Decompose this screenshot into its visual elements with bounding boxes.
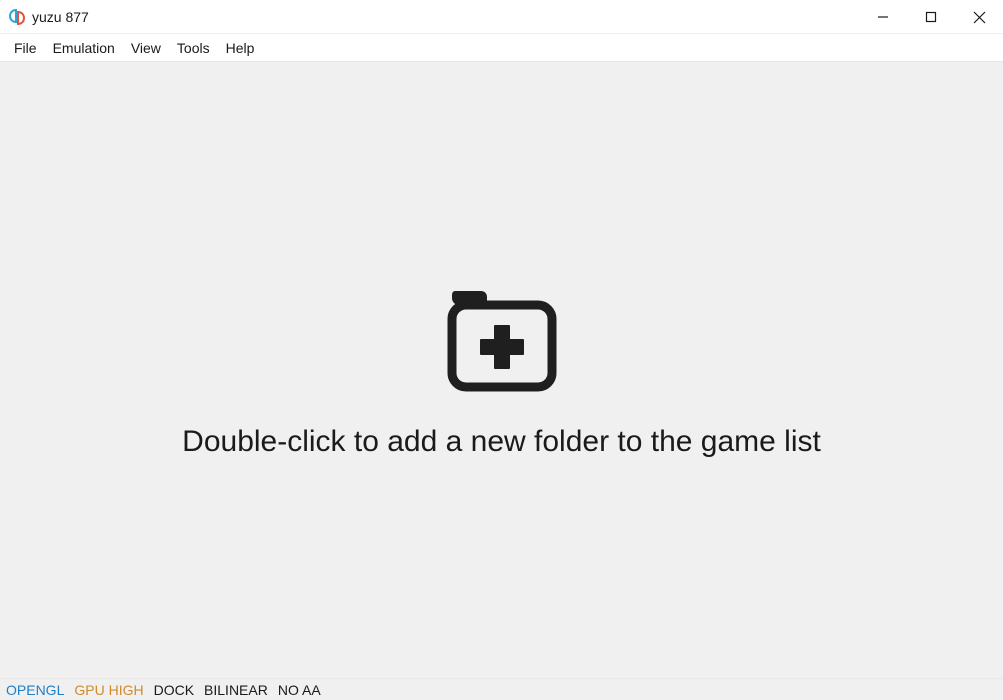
menu-file[interactable]: File — [6, 37, 45, 59]
add-folder-text: Double-click to add a new folder to the … — [182, 425, 821, 459]
titlebar-left: yuzu 877 — [8, 8, 89, 26]
app-icon — [8, 8, 26, 26]
statusbar: OPENGL GPU HIGH DOCK BILINEAR NO AA — [0, 678, 1003, 700]
close-button[interactable] — [955, 0, 1003, 34]
status-scaling-filter[interactable]: BILINEAR — [204, 682, 268, 698]
add-folder-icon — [437, 281, 567, 401]
minimize-button[interactable] — [859, 0, 907, 34]
window-controls — [859, 0, 1003, 33]
menu-view[interactable]: View — [123, 37, 169, 59]
menu-emulation[interactable]: Emulation — [45, 37, 123, 59]
maximize-button[interactable] — [907, 0, 955, 34]
status-gpu-accuracy[interactable]: GPU HIGH — [74, 682, 143, 698]
game-list-area[interactable]: Double-click to add a new folder to the … — [0, 62, 1003, 678]
window-title: yuzu 877 — [32, 9, 89, 25]
menu-tools[interactable]: Tools — [169, 37, 218, 59]
menu-help[interactable]: Help — [218, 37, 263, 59]
titlebar: yuzu 877 — [0, 0, 1003, 34]
menubar: File Emulation View Tools Help — [0, 34, 1003, 62]
status-dock-mode[interactable]: DOCK — [154, 682, 194, 698]
status-renderer[interactable]: OPENGL — [6, 682, 64, 698]
status-antialiasing[interactable]: NO AA — [278, 682, 321, 698]
